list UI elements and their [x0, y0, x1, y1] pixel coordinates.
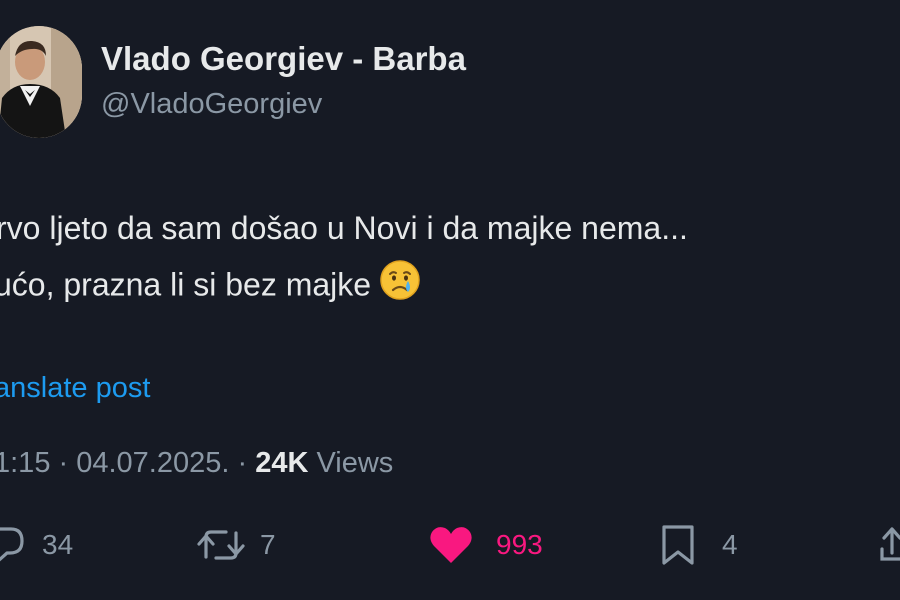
meta-separator: ·	[50, 447, 77, 479]
tweet-text-line-2-content: ućo, prazna li si bez majke	[0, 266, 372, 303]
reply-button[interactable]: 34	[0, 520, 73, 570]
bookmark-icon	[662, 525, 694, 565]
translate-post-link[interactable]: anslate post	[0, 372, 150, 405]
like-count: 993	[496, 529, 543, 560]
author-handle[interactable]: @VladoGeorgiev	[101, 88, 322, 121]
tweet-text-line-2: ućo, prazna li si bez majke	[0, 260, 421, 309]
tweet-text-line-1: rvo ljeto da sam došao u Novi i da majke…	[0, 210, 688, 246]
reply-count: 34	[42, 529, 74, 560]
crying-face-icon	[379, 259, 421, 309]
bookmark-button[interactable]: 4	[658, 520, 738, 570]
profile-photo-icon	[0, 26, 82, 138]
tweet-time[interactable]: 1:15	[0, 447, 50, 479]
repost-count: 7	[260, 529, 276, 560]
heart-icon	[430, 527, 472, 563]
reply-icon	[0, 527, 24, 562]
share-button[interactable]	[878, 520, 900, 570]
action-bar: 34 7 993 4	[0, 520, 900, 570]
avatar[interactable]	[0, 26, 82, 138]
repost-icon	[197, 530, 245, 560]
tweet-screenshot: Vlado Georgiev - Barba @VladoGeorgiev rv…	[0, 0, 900, 600]
author-name[interactable]: Vlado Georgiev - Barba	[101, 40, 466, 78]
repost-button[interactable]: 7	[196, 520, 276, 570]
views-label: Views	[308, 447, 394, 479]
tweet-date[interactable]: 04.07.2025.	[76, 447, 229, 479]
bookmark-count: 4	[722, 529, 738, 560]
like-button[interactable]: 993	[428, 520, 543, 570]
views-count: 24K	[255, 447, 309, 479]
share-icon	[880, 527, 900, 561]
tweet-meta: 1:15 · 04.07.2025. · 24K Views	[0, 447, 393, 480]
meta-separator: ·	[229, 447, 256, 479]
